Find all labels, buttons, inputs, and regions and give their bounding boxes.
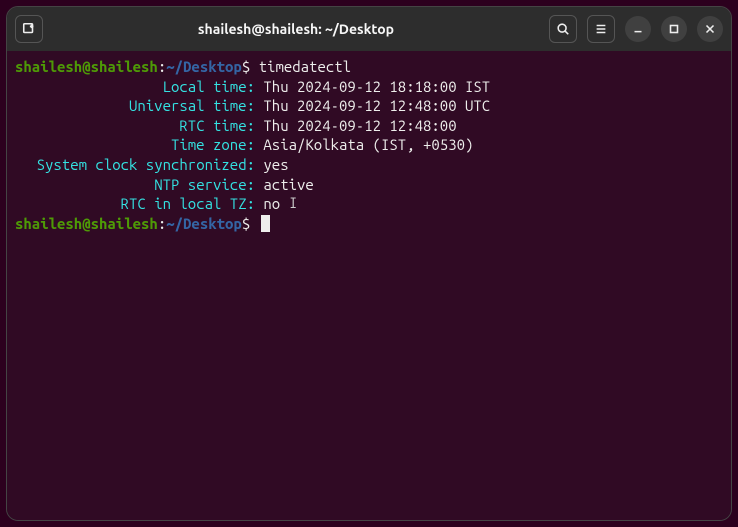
label-universal-time: Universal time: — [15, 96, 255, 116]
prompt-line-1: shailesh@shailesh:~/Desktop$ timedatectl — [15, 57, 723, 77]
prompt-colon: : — [158, 58, 166, 75]
value-sys-sync: yes — [263, 156, 288, 173]
output-rtc-local: RTC in local TZ: no — [15, 194, 723, 214]
label-time-zone: Time zone: — [15, 135, 255, 155]
label-rtc-time: RTC time: — [15, 116, 255, 136]
search-button[interactable] — [549, 15, 577, 43]
window-title: shailesh@shailesh: ~/Desktop — [49, 21, 543, 37]
label-ntp: NTP service: — [15, 175, 255, 195]
prompt-path-2: ~/Desktop — [166, 215, 242, 232]
value-rtc-local: no — [263, 195, 280, 212]
prompt-colon-2: : — [158, 215, 166, 232]
value-universal-time: Thu 2024-09-12 12:48:00 UTC — [263, 97, 490, 114]
label-rtc-local: RTC in local TZ: — [15, 194, 255, 214]
label-sys-sync: System clock synchronized: — [15, 155, 255, 175]
prompt-dollar: $ — [242, 58, 250, 75]
value-ntp: active — [263, 176, 313, 193]
menu-button[interactable] — [587, 15, 615, 43]
titlebar: shailesh@shailesh: ~/Desktop — [7, 7, 731, 51]
terminal-window: shailesh@shailesh: ~/Desktop shailesh@sh… — [6, 6, 732, 521]
terminal-body[interactable]: shailesh@shailesh:~/Desktop$ timedatectl… — [7, 51, 731, 520]
output-sys-sync: System clock synchronized: yes — [15, 155, 723, 175]
output-rtc-time: RTC time: Thu 2024-09-12 12:48:00 — [15, 116, 723, 136]
new-tab-button[interactable] — [15, 15, 43, 43]
minimize-button[interactable] — [625, 16, 651, 42]
value-rtc-time: Thu 2024-09-12 12:48:00 — [263, 117, 456, 134]
prompt-line-2: shailesh@shailesh:~/Desktop$ — [15, 214, 723, 234]
output-time-zone: Time zone: Asia/Kolkata (IST, +0530) — [15, 135, 723, 155]
label-local-time: Local time: — [15, 77, 255, 97]
output-local-time: Local time: Thu 2024-09-12 18:18:00 IST — [15, 77, 723, 97]
maximize-button[interactable] — [661, 16, 687, 42]
output-universal-time: Universal time: Thu 2024-09-12 12:48:00 … — [15, 96, 723, 116]
close-button[interactable] — [697, 16, 723, 42]
text-cursor — [261, 215, 270, 232]
value-local-time: Thu 2024-09-12 18:18:00 IST — [263, 78, 490, 95]
prompt-user-host: shailesh@shailesh — [15, 58, 158, 75]
prompt-dollar-2: $ — [242, 215, 250, 232]
output-ntp: NTP service: active — [15, 175, 723, 195]
prompt-path: ~/Desktop — [166, 58, 242, 75]
command-text: timedatectl — [259, 58, 351, 75]
value-time-zone: Asia/Kolkata (IST, +0530) — [263, 136, 473, 153]
prompt-user-host-2: shailesh@shailesh — [15, 215, 158, 232]
